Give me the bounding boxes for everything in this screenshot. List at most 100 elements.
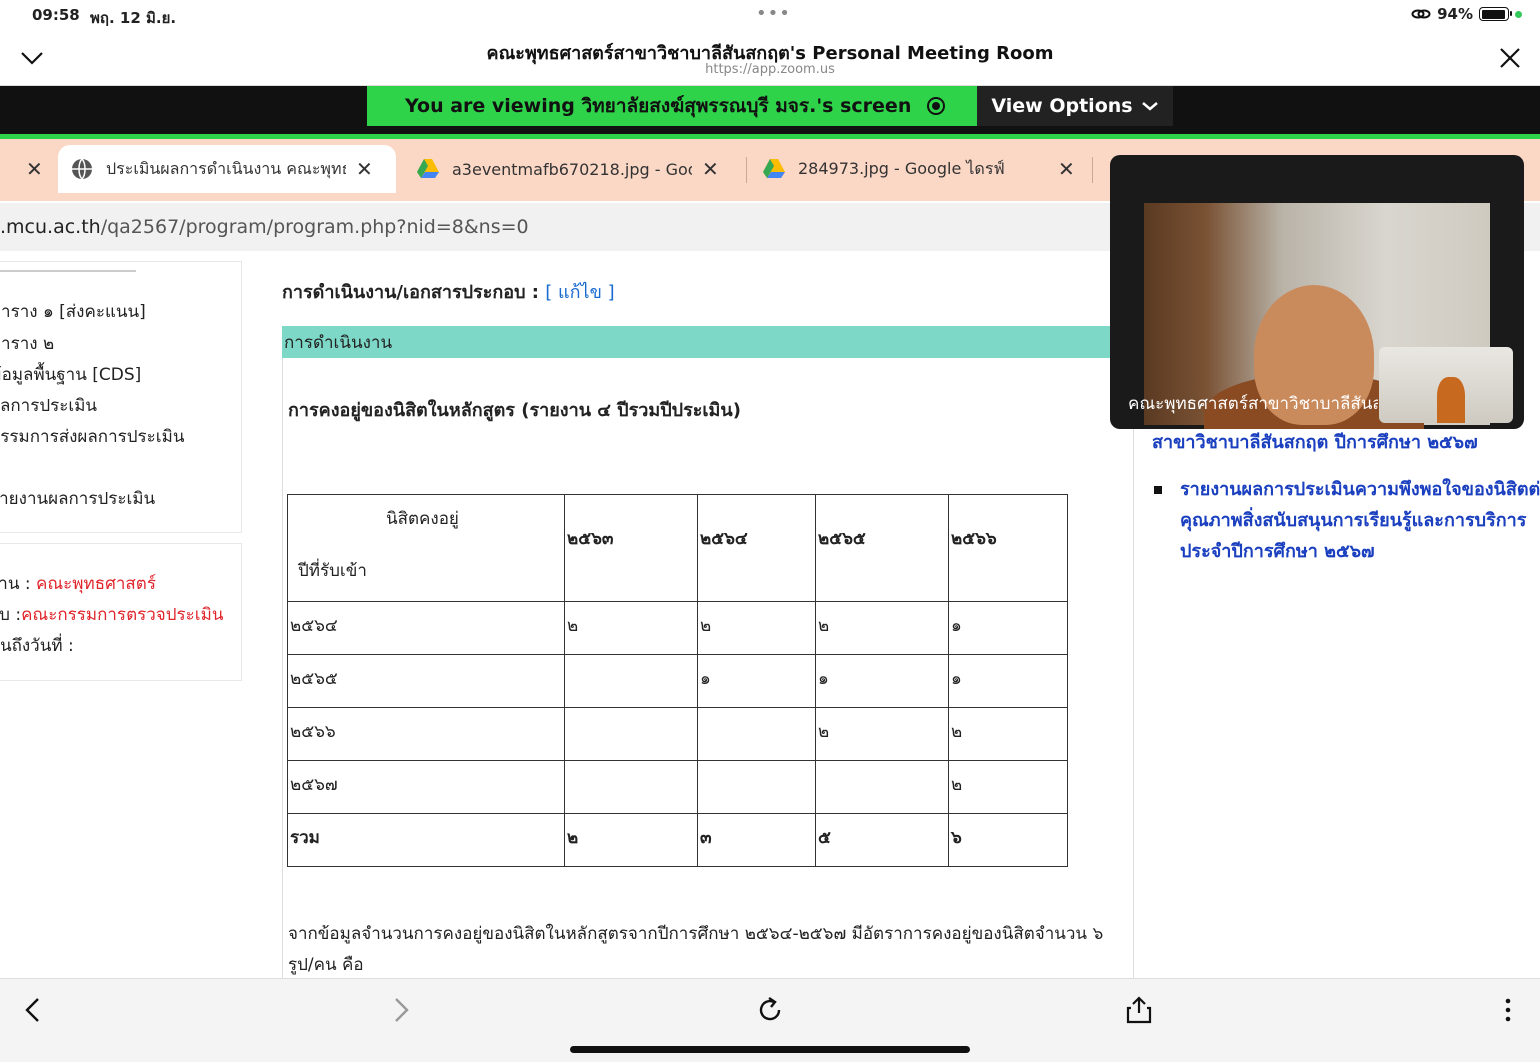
browser-toolbar [0,978,1540,1062]
table-cell: ๒ [948,760,1068,814]
meeting-url: https://app.zoom.us [705,62,835,77]
sidebar-item-committee[interactable]: กรรมการส่งผลการประเมิน [0,423,184,450]
tab-drive-image-2[interactable]: 284973.jpg - Google ไดรฟ์ ✕ [762,145,1082,193]
table-row: ๒๕๖๔ ๒ ๒ ๒ ๑ [287,601,1068,655]
self-person [1437,377,1465,423]
table-cell: ๒ [815,707,949,761]
table-corner-cell: นิสิตคงอยู่ ปีที่รับเข้า [287,494,565,602]
camera-indicator-icon [1515,10,1522,18]
row-label: ๒๕๖๕ [287,654,565,708]
screen: 09:58 พฤ. 12 มิ.ย. ••• 94% คณะพุทธศาสตร์… [0,0,1540,1062]
edit-link[interactable]: [ แก้ไข ] [545,282,614,303]
video-panel[interactable]: คณะพุทธศาสตร์สาขาวิชาบาลีสันสกฤต [1110,155,1524,429]
self-view-video[interactable] [1379,347,1513,423]
list-item: รายงานผลการประเมินความพึงพอใจของนิสิตต่อ… [1152,474,1540,567]
status-bar: 09:58 พฤ. 12 มิ.ย. ••• 94% [0,0,1540,30]
table-header-row: นิสิตคงอยู่ ปีที่รับเข้า ๒๕๖๓ ๒๕๖๔ ๒๕๖๕ … [287,494,1068,602]
table-cell: ๑ [948,601,1068,655]
bullet-icon [1154,486,1162,494]
retention-table: นิสิตคงอยู่ ปีที่รับเข้า ๒๕๖๓ ๒๕๖๔ ๒๕๖๕ … [287,494,1068,867]
section-label: การดำเนินงาน/เอกสารประกอบ : [282,282,546,303]
google-drive-icon [763,159,785,178]
total-cell: ๓ [697,813,816,867]
tab-separator [1092,157,1093,183]
corner-bottom-label: ปีที่รับเข้า [298,561,367,581]
info-receiver: รับ :คณะกรรมการตรวจประเมิน [0,605,224,625]
tab-close-button[interactable]: ✕ [16,145,43,193]
link-icon [1411,9,1431,19]
zoom-title-bar: คณะพุทธศาสตร์สาขาวิชาบาลีสันสกฤต's Perso… [0,30,1540,86]
url-path: /qa2567/program/program.php?nid=8&ns=0 [100,216,529,238]
table-cell: ๒ [564,601,698,655]
table-cell: ๑ [697,654,816,708]
tab-title: ประเมินผลการดำเนินงาน คณะพุทธศ [106,158,346,178]
tab-close-button[interactable]: ✕ [702,157,719,181]
operation-bar: การดำเนินงาน [282,326,1132,358]
table-row: ๒๕๖๗ ๒ [287,760,1068,814]
corner-top-label: นิสิตคงอยู่ [386,509,459,529]
reload-icon[interactable] [755,995,785,1025]
table-cell: ๑ [948,654,1068,708]
row-label: ๒๕๖๔ [287,601,565,655]
table-cell [564,654,698,708]
divider [0,270,136,272]
table-cell: ๑ [815,654,949,708]
more-options-icon[interactable] [1493,995,1523,1025]
close-icon[interactable] [1498,46,1522,70]
retention-title: การคงอยู่ของนิสิตในหลักสูตร (รายงาน ๔ ปี… [288,400,741,421]
forward-icon[interactable] [386,995,416,1025]
viewing-indicator: You are viewing วิทยาลัยสงฆ์สุพรรณบุรี ม… [367,86,977,126]
section-heading: การดำเนินงาน/เอกสารประกอบ : [ แก้ไข ] [282,277,615,306]
table-cell [564,760,698,814]
sidebar-item-cds[interactable]: ข้อมูลพื้นฐาน [CDS] [0,361,141,388]
sidebar-item-report[interactable]: รายงานผลการประเมิน [0,485,155,512]
sidebar-menu: ตาราง ๑ [ส่งคะแนน] ตาราง ๒ ข้อมูลพื้นฐาน… [0,261,242,533]
summary-paragraph: จากข้อมูลจำนวนการคงอยู่ของนิสิตในหลักสูต… [288,924,1104,975]
year-header: ๒๕๖๔ [697,494,816,602]
sidebar-item-result[interactable]: ผลการประเมิน [0,392,97,419]
globe-icon [72,158,92,180]
tab-separator [746,157,747,183]
sidebar-item-table-1[interactable]: ตาราง ๑ [ส่งคะแนน] [0,298,146,325]
tab-evaluation[interactable]: ประเมินผลการดำเนินงาน คณะพุทธศ ✕ [58,145,396,193]
table-cell [697,760,816,814]
info-date: จนถึงวันที่ : [0,636,74,656]
year-header: ๒๕๖๕ [815,494,949,602]
total-cell: ๕ [815,813,949,867]
year-header: ๒๕๖๓ [564,494,698,602]
tab-title: a3eventmafb670218.jpg - Goog [452,159,692,179]
row-label: ๒๕๖๗ [287,760,565,814]
view-options-label: View Options [991,95,1133,117]
year-header: ๒๕๖๖ [948,494,1068,602]
share-icon[interactable] [1124,995,1154,1025]
tab-close-button[interactable]: ✕ [356,157,373,181]
sidebar-item-table-2[interactable]: ตาราง ๒ [0,330,54,357]
document-links: สาขาวิชาบาลีสันสกฤต ปีการศึกษา ๒๕๖๗ รายง… [1152,427,1540,567]
table-cell [815,760,949,814]
view-options-button[interactable]: View Options [977,86,1173,126]
info-unit: งาน : คณะพุทธศาสตร์ [0,574,156,594]
document-link[interactable]: รายงานผลการประเมินความพึงพอใจของนิสิตต่อ… [1180,479,1540,562]
multitasking-dots-icon[interactable]: ••• [756,3,791,24]
screen-share-banner: You are viewing วิทยาลัยสงฆ์สุพรรณบุรี ม… [0,86,1540,134]
tab-close-button[interactable]: ✕ [1058,157,1075,181]
chevron-down-icon [1141,102,1158,111]
tab-drive-image-1[interactable]: a3eventmafb670218.jpg - Goog ✕ [416,145,736,193]
table-cell [697,707,816,761]
status-date: พฤ. 12 มิ.ย. [90,9,177,27]
document-link[interactable]: สาขาวิชาบาลีสันสกฤต ปีการศึกษา ๒๕๖๗ [1152,427,1540,458]
total-label: รวม [287,813,565,867]
back-icon[interactable] [18,995,48,1025]
battery-percent: 94% [1437,5,1473,23]
participant-name: คณะพุทธศาสตร์สาขาวิชาบาลีสันสกฤต [1128,394,1378,414]
status-time: 09:58 [32,6,80,24]
home-indicator[interactable] [570,1046,970,1053]
tab-title: 284973.jpg - Google ไดรฟ์ [798,158,1005,178]
total-cell: ๒ [564,813,698,867]
sidebar-info: งาน : คณะพุทธศาสตร์ รับ :คณะกรรมการตรวจป… [0,543,242,681]
url-host: .mcu.ac.th [0,216,101,238]
status-right: 94% [1411,5,1522,23]
table-row: ๒๕๖๖ ๒ ๒ [287,707,1068,761]
google-drive-icon [417,159,439,178]
table-cell: ๒ [815,601,949,655]
